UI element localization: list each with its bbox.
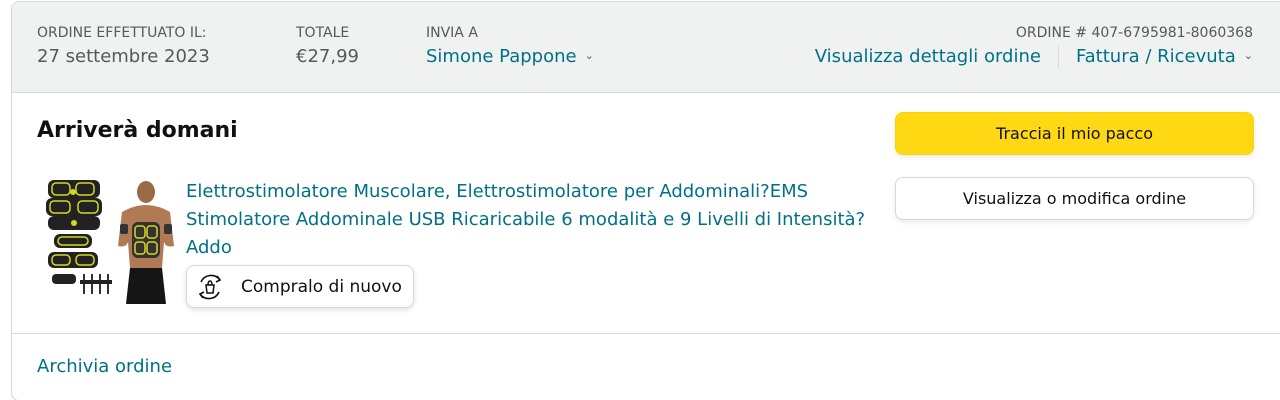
order-header-links: Visualizza dettagli ordine Fattura / Rice… [815, 45, 1253, 71]
invoice-link[interactable]: Fattura / Ricevuta ⌄ [1076, 46, 1253, 67]
order-actions-column: ORDINE # 407-6795981-8060368 Visualizza … [815, 24, 1253, 71]
delivery-status: Arriverà domani [37, 118, 238, 143]
ship-to-name[interactable]: Simone Pappone [426, 46, 577, 67]
order-placed-column: ORDINE EFFETTUATO IL: 27 settembre 2023 [37, 24, 210, 69]
ship-to-recipient[interactable]: Simone Pappone ⌄ [426, 45, 594, 71]
ship-to-column: INVIA A Simone Pappone ⌄ [426, 24, 594, 71]
view-order-details-link[interactable]: Visualizza dettagli ordine [815, 46, 1041, 67]
product-image[interactable] [44, 176, 180, 304]
buy-again-icon [193, 270, 227, 304]
total-column: TOTALE €27,99 [296, 24, 359, 69]
ship-to-label: INVIA A [426, 25, 478, 41]
order-card: ORDINE EFFETTUATO IL: 27 settembre 2023 … [11, 1, 1280, 400]
buy-again-label[interactable]: Compralo di nuovo [241, 277, 402, 297]
order-placed-label: ORDINE EFFETTUATO IL: [37, 25, 207, 41]
archive-order-link[interactable]: Archivia ordine [37, 355, 172, 379]
product-title-link[interactable]: Elettrostimolatore Muscolare, Elettrosti… [186, 178, 876, 262]
buy-again-button[interactable]: Compralo di nuovo [186, 265, 414, 308]
order-header: ORDINE EFFETTUATO IL: 27 settembre 2023 … [12, 2, 1280, 93]
total-label: TOTALE [296, 25, 350, 41]
footer-divider [12, 333, 1280, 334]
order-number: ORDINE # 407-6795981-8060368 [1015, 25, 1253, 41]
view-edit-order-button[interactable]: Visualizza o modifica ordine [895, 177, 1254, 220]
order-placed-date: 27 settembre 2023 [37, 46, 210, 67]
divider [1057, 46, 1059, 68]
track-package-button[interactable]: Traccia il mio pacco [895, 112, 1254, 155]
chevron-down-icon[interactable]: ⌄ [585, 44, 594, 68]
invoice-link-label[interactable]: Fattura / Ricevuta [1076, 46, 1236, 67]
total-value: €27,99 [296, 46, 359, 67]
chevron-down-icon[interactable]: ⌄ [1244, 44, 1253, 68]
